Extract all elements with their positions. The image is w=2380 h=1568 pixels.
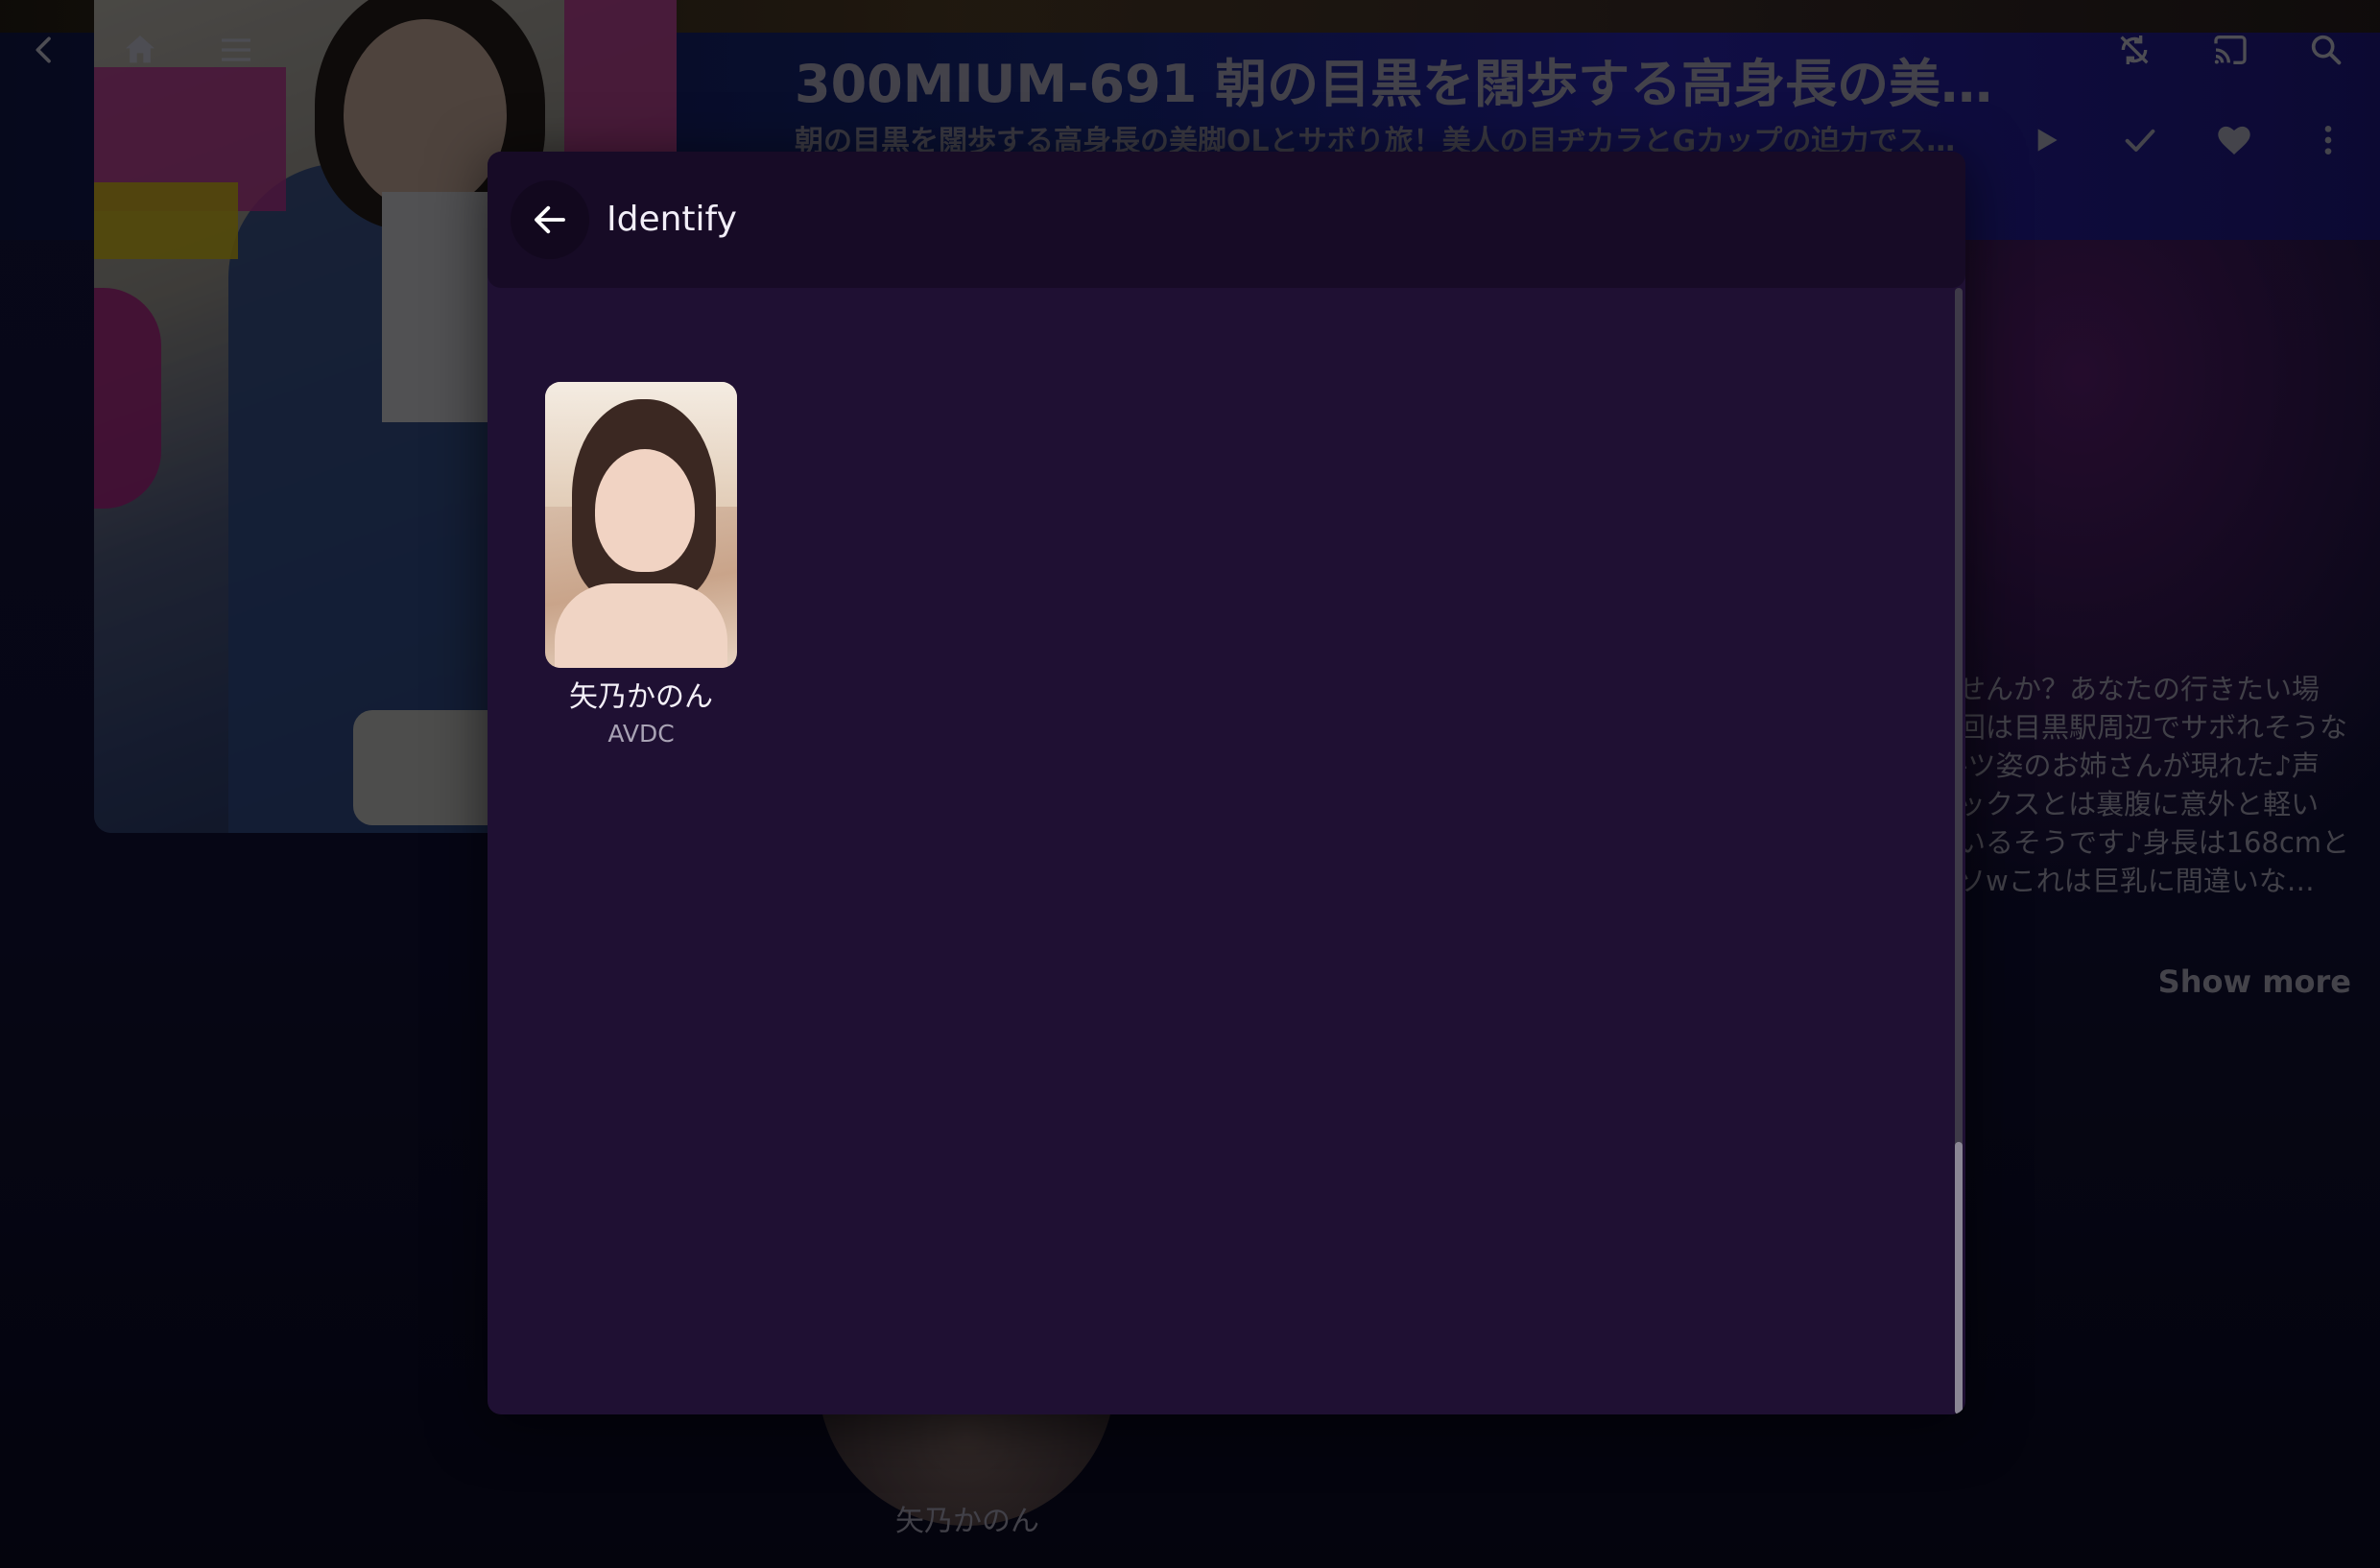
result-image[interactable]: [545, 382, 737, 668]
dialog-back-button[interactable]: [511, 180, 589, 259]
identify-result-card[interactable]: 矢乃かのん AVDC: [545, 382, 737, 750]
dialog-title: Identify: [607, 200, 737, 239]
dialog-header: Identify: [488, 152, 1965, 288]
dialog-scrollbar[interactable]: [1955, 288, 1963, 1414]
identify-dialog: Identify 矢乃かのん AVDC: [488, 152, 1965, 1414]
arrow-back-icon: [535, 205, 565, 234]
app-root: 300MIUM-691 朝の目黒を闊歩する高身長の美脚… 朝の目黒を闊歩する高身…: [0, 0, 2380, 1568]
result-name: 矢乃かのん: [569, 680, 713, 714]
scrollbar-thumb[interactable]: [1955, 1142, 1963, 1414]
result-source: AVDC: [607, 720, 675, 748]
